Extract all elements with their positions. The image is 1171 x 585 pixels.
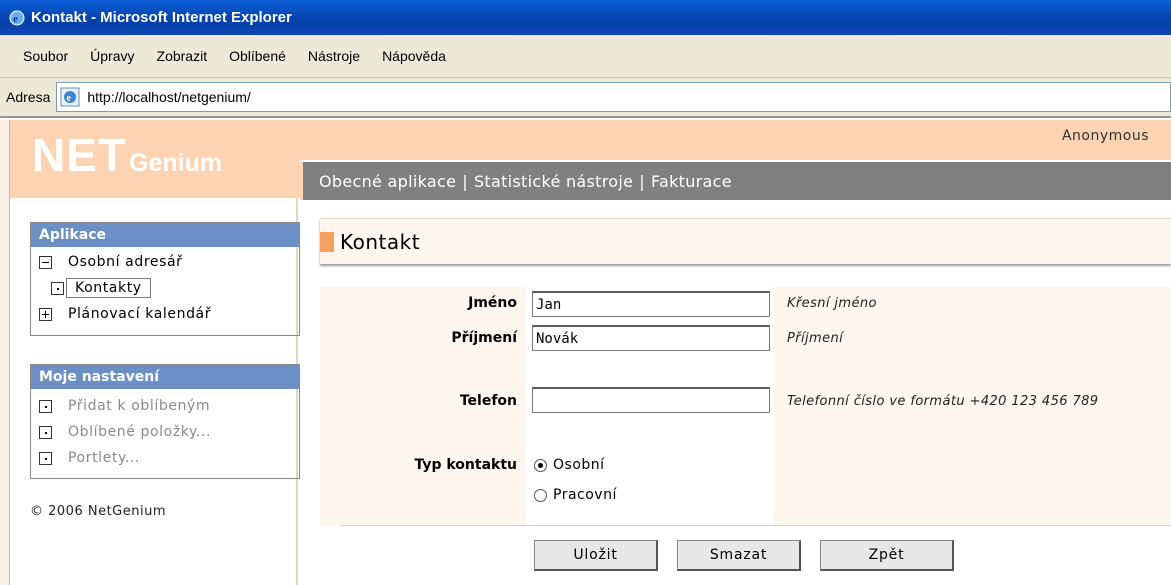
typ-kontaktu-label: Typ kontaktu (414, 457, 517, 473)
sidebar-item-portlety[interactable]: Portlety... (31, 445, 299, 471)
sidebar: Aplikace Osobní adresář Kontakty Plánova… (10, 198, 300, 585)
page-heading: Kontakt (320, 218, 1171, 264)
jmeno-input[interactable]: Jan (532, 291, 770, 317)
nav-separator: | (462, 171, 468, 191)
menu-upravy[interactable]: Úpravy (79, 48, 145, 64)
page-title: Kontakt (340, 229, 421, 254)
sidebox-aplikace: Aplikace Osobní adresář Kontakty Plánova… (30, 222, 300, 336)
radio-pracovni-label: Pracovní (553, 487, 617, 503)
menu-soubor[interactable]: Soubor (12, 48, 79, 64)
radio-unchecked-icon[interactable] (534, 488, 547, 502)
prijmeni-hint: Příjmení (787, 331, 844, 346)
left-frame-edge (0, 120, 10, 585)
heading-accent (320, 231, 334, 252)
menu-bar: Soubor Úpravy Zobrazit Oblíbené Nástroje… (0, 35, 1171, 78)
sidebar-item-label: Přidat k oblíbeným (68, 398, 211, 414)
form-divider (340, 525, 1171, 526)
prijmeni-input[interactable]: Novák (532, 325, 770, 351)
sidebar-item-osobni-adresar[interactable]: Osobní adresář (31, 249, 299, 275)
save-button[interactable]: Uložit (534, 540, 658, 571)
telefon-input[interactable] (532, 387, 770, 413)
sidebar-item-label: Portlety... (68, 450, 140, 466)
telefon-label: Telefon (459, 393, 517, 409)
leaf-icon (39, 425, 52, 439)
collapse-icon[interactable] (39, 255, 52, 269)
sidebox-nastaveni-title: Moje nastavení (31, 365, 299, 389)
logo-genium: Genium (129, 149, 223, 177)
top-navigation: Obecné aplikace | Statistické nástroje |… (300, 162, 1171, 200)
svg-text:e: e (13, 13, 18, 25)
menu-zobrazit[interactable]: Zobrazit (146, 48, 219, 64)
window-title: Kontakt - Microsoft Internet Explorer (31, 9, 292, 26)
menu-nastroje[interactable]: Nástroje (297, 48, 371, 64)
nav-separator: | (639, 171, 645, 191)
sidebar-item-kontakty[interactable]: Kontakty (31, 275, 299, 301)
jmeno-label: Jméno (468, 295, 517, 311)
contact-form: Jméno Jan Křesní jméno Příjmení Novák Př… (320, 287, 1171, 525)
address-input[interactable]: e http://localhost/netgenium/ (56, 82, 1171, 112)
address-bar: Adresa e http://localhost/netgenium/ (0, 78, 1171, 118)
sidebox-aplikace-title: Aplikace (31, 223, 299, 247)
page-icon: e (60, 87, 80, 107)
svg-text:e: e (67, 93, 72, 104)
radio-pracovni[interactable]: Pracovní (534, 487, 617, 503)
nav-statisticke-nastroje[interactable]: Statistické nástroje (474, 172, 633, 191)
menu-oblibene[interactable]: Oblíbené (218, 48, 297, 64)
menu-napoveda[interactable]: Nápověda (371, 48, 457, 64)
sidebar-item-pridat-k-oblibenym[interactable]: Přidat k oblíbeným (31, 393, 299, 419)
address-url: http://localhost/netgenium/ (87, 89, 251, 105)
radio-osobni-label: Osobní (553, 457, 605, 473)
sidebar-item-oblibene-polozky[interactable]: Oblíbené položky... (31, 419, 299, 445)
nav-fakturace[interactable]: Fakturace (651, 172, 732, 191)
window-titlebar: e Kontakt - Microsoft Internet Explorer (0, 0, 1171, 35)
sidebar-item-planovaci-kalendar[interactable]: Plánovací kalendář (31, 301, 299, 327)
address-label: Adresa (6, 89, 51, 105)
expand-icon[interactable] (39, 307, 52, 321)
jmeno-hint: Křesní jméno (787, 296, 877, 311)
radio-osobni[interactable]: Osobní (534, 457, 605, 473)
radio-checked-icon[interactable] (534, 458, 547, 472)
page-content: Anonymous NETGenium Obecné aplikace | St… (0, 120, 1171, 585)
nav-obecne-aplikace[interactable]: Obecné aplikace (319, 172, 456, 191)
delete-button[interactable]: Smazat (677, 540, 801, 571)
leaf-icon (39, 451, 52, 465)
back-button[interactable]: Zpět (820, 540, 954, 571)
netgenium-logo: NETGenium (32, 128, 222, 182)
internet-explorer-icon: e (9, 10, 25, 25)
sidebar-item-label: Oblíbené položky... (68, 424, 212, 440)
sidebar-item-label: Plánovací kalendář (68, 306, 212, 322)
prijmeni-label: Příjmení (451, 330, 517, 346)
telefon-hint: Telefonní číslo ve formátu +420 123 456 … (787, 394, 1099, 409)
user-name[interactable]: Anonymous (1062, 128, 1149, 144)
sidebox-moje-nastaveni: Moje nastavení Přidat k oblíbeným Oblíbe… (30, 364, 300, 479)
sidebar-item-label: Osobní adresář (68, 254, 183, 270)
copyright: © 2006 NetGenium (30, 504, 166, 519)
logo-net: NET (32, 129, 127, 181)
leaf-icon (39, 399, 52, 413)
sidebar-item-label: Kontakty (66, 278, 151, 298)
leaf-icon (51, 281, 64, 295)
